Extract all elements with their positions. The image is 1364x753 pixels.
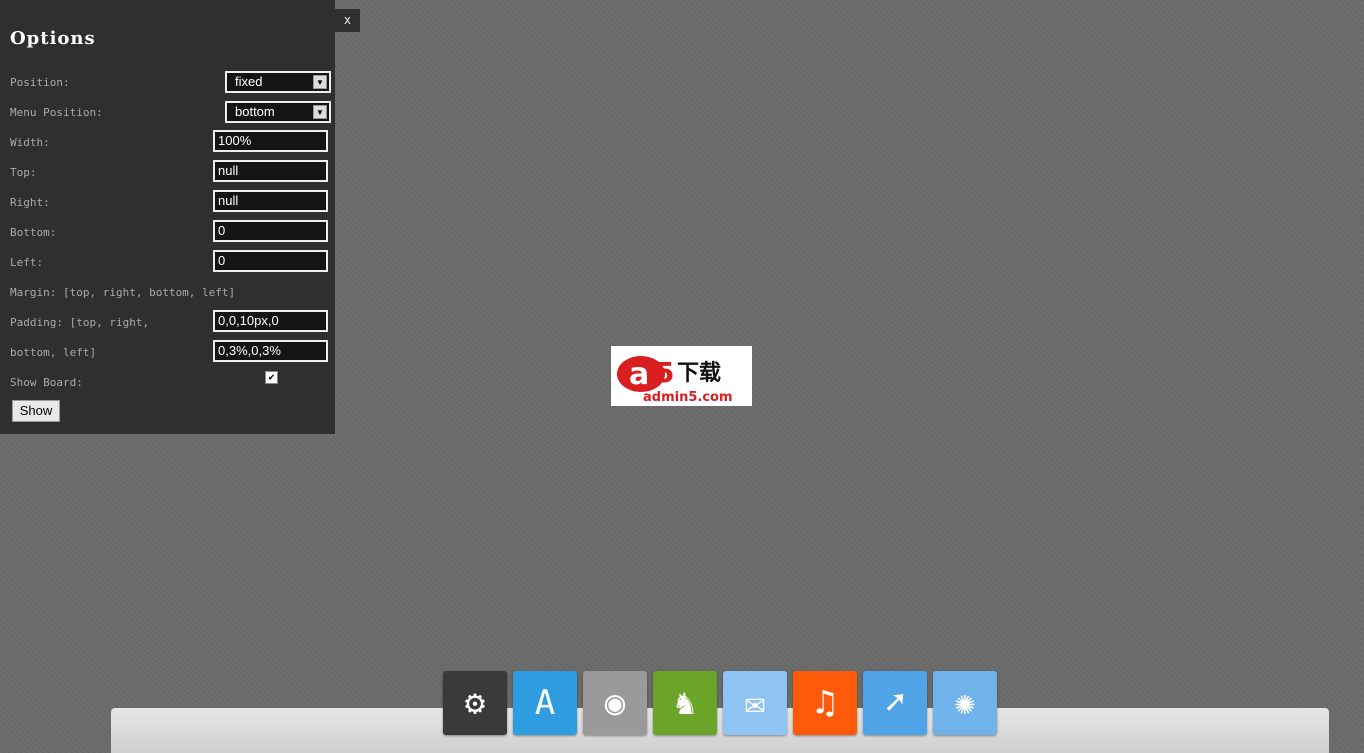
options-title: Options	[10, 28, 96, 49]
right-label: Right:	[10, 196, 50, 209]
svg-text:下载: 下载	[677, 360, 721, 386]
right-input[interactable]: null	[213, 190, 328, 212]
padding-label-2: bottom, left]	[10, 346, 97, 359]
dock-item-itunes[interactable]: ♫	[793, 671, 857, 735]
show-board-label: Show Board:	[10, 376, 83, 389]
padding-label: Padding: [top, right,	[10, 316, 150, 329]
menu-position-value: bottom	[235, 104, 275, 119]
dock-item-game-center[interactable]: ♞	[653, 671, 717, 735]
photo-booth-icon: ◉	[604, 683, 626, 723]
dock-item-system-preferences[interactable]: ⚙	[443, 671, 507, 735]
itunes-icon: ♫	[814, 683, 836, 723]
system-preferences-icon: ⚙	[464, 683, 486, 723]
safari-icon: ➚	[884, 683, 906, 723]
top-input[interactable]: null	[213, 160, 328, 182]
bottom-input[interactable]: 0	[213, 220, 328, 242]
width-input[interactable]: 100%	[213, 130, 328, 152]
width-label: Width:	[10, 136, 50, 149]
mail-icon: ✉	[744, 683, 766, 723]
chevron-down-icon: ▼	[313, 75, 327, 89]
dock: ⚙ A ◉ ♞ ✉ ♫ ➚ ✺	[443, 671, 997, 735]
position-label: Position:	[10, 76, 70, 89]
game-center-icon: ♞	[674, 683, 696, 723]
show-board-checkbox[interactable]: ✔	[265, 371, 278, 384]
dock-item-mail[interactable]: ✉	[723, 671, 787, 735]
dock-item-safari[interactable]: ➚	[863, 671, 927, 735]
svg-text:admin5.com: admin5.com	[643, 390, 733, 405]
app-store-icon: A	[534, 683, 556, 723]
admin5-logo: a 5 下载 admin5.com	[611, 346, 752, 406]
dock-item-photo-booth[interactable]: ◉	[583, 671, 647, 735]
menu-position-select[interactable]: bottom ▼	[225, 101, 331, 123]
svg-text:a: a	[629, 357, 649, 392]
chevron-down-icon: ▼	[313, 105, 327, 119]
position-value: fixed	[235, 74, 263, 89]
left-label: Left:	[10, 256, 44, 269]
menu-position-label: Menu Position:	[10, 106, 103, 119]
padding-input-2[interactable]: 0,3%,0,3%	[213, 340, 328, 362]
svg-text:5: 5	[655, 356, 674, 389]
top-label: Top:	[10, 166, 37, 179]
position-select[interactable]: fixed ▼	[225, 71, 331, 93]
margin-label: Margin: [top, right, bottom, left]	[10, 286, 236, 299]
options-panel: Options Position: fixed ▼ Menu Position: …	[0, 0, 335, 434]
left-input[interactable]: 0	[213, 250, 328, 272]
close-button[interactable]: x	[335, 9, 360, 32]
dock-item-app-store[interactable]: A	[513, 671, 577, 735]
show-button[interactable]: Show	[12, 400, 60, 422]
iphoto-icon: ✺	[954, 683, 976, 723]
bottom-label: Bottom:	[10, 226, 57, 239]
dock-item-iphoto[interactable]: ✺	[933, 671, 997, 735]
padding-input-1[interactable]: 0,0,10px,0	[213, 310, 328, 332]
